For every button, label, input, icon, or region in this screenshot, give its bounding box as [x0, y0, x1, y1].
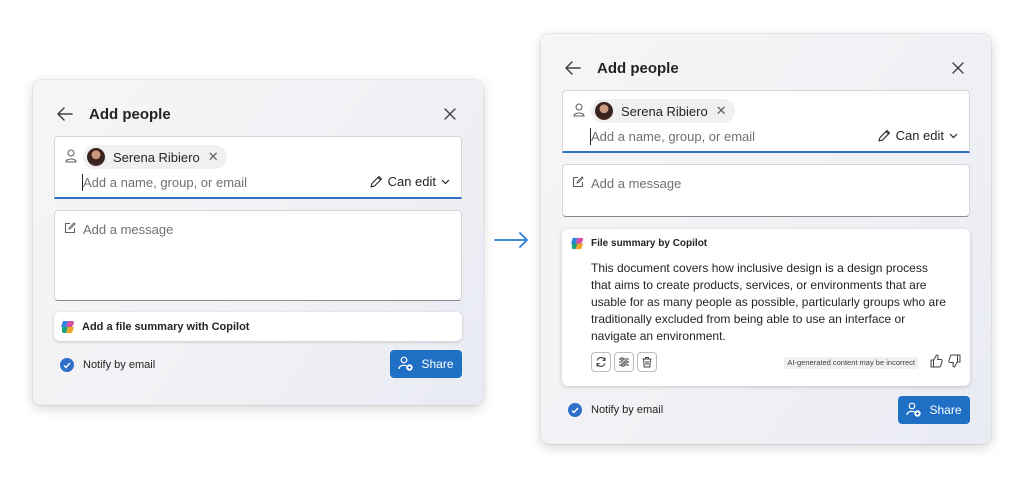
summary-title: File summary by Copilot	[591, 238, 708, 249]
recipient-name: Serena Ribiero	[113, 149, 200, 165]
permission-label: Can edit	[895, 128, 944, 143]
adjust-button[interactable]	[614, 352, 634, 372]
summary-text: This document covers how inclusive desig…	[591, 261, 946, 343]
transition-arrow-icon	[494, 232, 528, 248]
thumbs-down-icon[interactable]	[948, 354, 961, 368]
chevron-down-icon	[441, 179, 450, 184]
share-button[interactable]: Share	[898, 396, 970, 424]
checkmark-icon	[60, 358, 74, 372]
avatar	[87, 148, 105, 166]
notify-label: Notify by email	[591, 404, 664, 416]
checkmark-icon	[568, 403, 582, 417]
back-arrow-icon[interactable]	[57, 104, 77, 124]
share-person-icon	[906, 402, 922, 417]
recipient-chip: Serena Ribiero ✕	[83, 145, 227, 169]
back-arrow-icon[interactable]	[565, 58, 585, 78]
compose-icon	[572, 176, 584, 188]
message-input[interactable]	[591, 174, 891, 192]
trash-icon	[642, 357, 652, 368]
copilot-icon	[61, 320, 74, 333]
copilot-button-label: Add a file summary with Copilot	[82, 320, 250, 333]
recipient-chip: Serena Ribiero ✕	[591, 99, 735, 123]
message-box[interactable]	[54, 210, 462, 301]
person-icon	[65, 149, 77, 163]
people-picker[interactable]: Serena Ribiero ✕ Can edit	[54, 136, 462, 199]
message-box[interactable]	[562, 164, 970, 217]
compose-icon	[64, 222, 76, 234]
summary-header: File summary by Copilot	[570, 236, 707, 251]
remove-recipient-icon[interactable]: ✕	[716, 103, 727, 119]
thumbs-up-icon[interactable]	[930, 354, 943, 368]
recipient-name: Serena Ribiero	[621, 103, 708, 119]
close-icon[interactable]	[949, 59, 967, 77]
delete-button[interactable]	[637, 352, 657, 372]
share-button[interactable]: Share	[390, 350, 462, 378]
copilot-icon	[570, 237, 584, 250]
summary-toolbar	[591, 352, 657, 372]
permission-dropdown[interactable]: Can edit	[369, 174, 450, 189]
add-copilot-summary-button[interactable]: Add a file summary with Copilot	[54, 312, 462, 341]
adjust-icon	[619, 357, 629, 367]
person-icon	[573, 103, 585, 117]
people-picker[interactable]: Serena Ribiero ✕ Can edit	[562, 90, 970, 153]
chevron-down-icon	[949, 133, 958, 138]
pencil-icon	[878, 129, 890, 142]
ai-disclaimer: AI-generated content may be incorrect	[784, 357, 918, 369]
share-person-icon	[398, 356, 414, 371]
share-label: Share	[929, 403, 962, 417]
close-icon[interactable]	[441, 105, 459, 123]
share-label: Share	[421, 357, 454, 371]
notify-label: Notify by email	[83, 359, 156, 371]
notify-by-email-checkbox[interactable]: Notify by email	[568, 403, 663, 417]
remove-recipient-icon[interactable]: ✕	[208, 149, 219, 165]
retry-icon	[596, 357, 606, 367]
retry-button[interactable]	[591, 352, 611, 372]
add-recipient-input[interactable]	[83, 173, 323, 192]
dialog-header: Add people	[57, 102, 459, 126]
permission-label: Can edit	[387, 174, 436, 189]
add-people-dialog-before: Add people Serena Ribiero ✕ Can edit Add…	[33, 80, 483, 405]
dialog-title: Add people	[89, 105, 171, 123]
dialog-title: Add people	[597, 59, 679, 77]
dialog-header: Add people	[565, 56, 967, 80]
pencil-icon	[370, 175, 382, 188]
add-recipient-input[interactable]	[591, 127, 831, 146]
copilot-summary-card: File summary by Copilot This document co…	[562, 229, 970, 386]
avatar	[595, 102, 613, 120]
permission-dropdown[interactable]: Can edit	[877, 128, 958, 143]
notify-by-email-checkbox[interactable]: Notify by email	[60, 358, 155, 372]
message-input[interactable]	[83, 220, 383, 238]
add-people-dialog-after: Add people Serena Ribiero ✕ Can edit Fil…	[541, 34, 991, 444]
